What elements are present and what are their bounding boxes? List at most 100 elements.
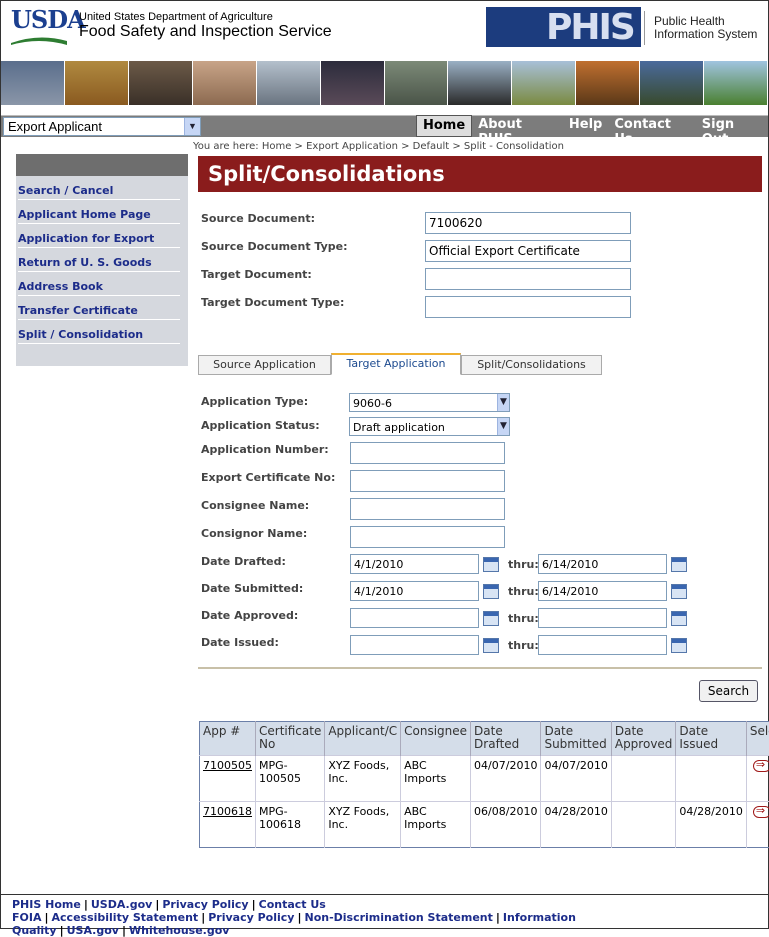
calendar-icon[interactable] [671, 611, 687, 626]
consignor-name-field[interactable] [350, 526, 505, 548]
banner-photo [704, 61, 768, 105]
date-issued-from[interactable] [350, 635, 479, 655]
search-button[interactable]: Search [699, 680, 758, 702]
select-cell[interactable] [746, 802, 769, 848]
target-document-field[interactable] [425, 268, 631, 290]
date-approved-from[interactable] [350, 608, 479, 628]
column-header[interactable]: Date Submitted [541, 722, 611, 756]
source-document-field[interactable]: 7100620 [425, 212, 631, 234]
nav-help[interactable]: Help [563, 115, 608, 137]
calendar-icon[interactable] [483, 557, 499, 572]
banner-photo [512, 61, 576, 105]
column-header[interactable]: Date Drafted [471, 722, 541, 756]
calendar-icon[interactable] [483, 611, 499, 626]
certificate-cell: MPG-100618 [256, 802, 325, 848]
banner-photo [448, 61, 512, 105]
banner-photo [321, 61, 385, 105]
nav-home[interactable]: Home [416, 115, 472, 137]
nav-contact[interactable]: Contact Us [608, 115, 695, 137]
tab-source-application[interactable]: Source Application [198, 355, 331, 375]
thru-label: thru: [508, 585, 539, 598]
footer-link-whitehouse[interactable]: Whitehouse.gov [129, 924, 229, 937]
chevron-down-icon[interactable]: ▼ [497, 418, 509, 435]
select-arrow-icon[interactable] [753, 806, 769, 818]
footer-link-usda[interactable]: USDA.gov [91, 898, 152, 911]
footer-link-non-discrimination[interactable]: Non-Discrimination Statement [304, 911, 492, 924]
thru-label: thru: [508, 639, 539, 652]
sidebar-item-return-goods[interactable]: Return of U. S. Goods [18, 252, 180, 272]
footer-link-phis-home[interactable]: PHIS Home [12, 898, 81, 911]
application-number-field[interactable] [350, 442, 505, 464]
application-type-select[interactable]: 9060-6 ▼ [349, 393, 510, 412]
date-drafted-thru[interactable]: 6/14/2010 [538, 554, 667, 574]
date-drafted-from[interactable]: 4/1/2010 [350, 554, 479, 574]
header-divider [644, 11, 645, 45]
select-cell[interactable] [746, 756, 769, 802]
table-header-row: App # Certificate No Applicant/C Consign… [200, 722, 769, 756]
sidebar-item-application-export[interactable]: Application for Export [18, 228, 180, 248]
footer-links-secondary: FOIA|Accessibility Statement|Privacy Pol… [12, 911, 768, 937]
sidebar-item-split-consolidation[interactable]: Split / Consolidation [18, 324, 180, 344]
column-header[interactable]: Consignee [401, 722, 471, 756]
consignee-name-label: Consignee Name: [201, 499, 309, 512]
footer-link-usa-gov[interactable]: USA.gov [67, 924, 119, 937]
date-drafted-cell: 04/07/2010 [471, 756, 541, 802]
calendar-icon[interactable] [671, 557, 687, 572]
footer-link-accessibility[interactable]: Accessibility Statement [52, 911, 199, 924]
calendar-icon[interactable] [483, 638, 499, 653]
chevron-down-icon[interactable]: ▼ [184, 118, 200, 135]
nav-sign-out[interactable]: Sign Out [696, 115, 768, 137]
app-number-link[interactable]: 7100505 [203, 759, 252, 772]
banner-photo [385, 61, 449, 105]
sidebar-item-applicant-home[interactable]: Applicant Home Page [18, 204, 180, 224]
sidebar: Search / Cancel Applicant Home Page Appl… [16, 154, 188, 366]
column-header[interactable]: Certificate No [256, 722, 325, 756]
column-header[interactable]: App # [200, 722, 256, 756]
sidebar-item-address-book[interactable]: Address Book [18, 276, 180, 296]
application-status-select[interactable]: Draft application ▼ [349, 417, 510, 436]
app-number-link[interactable]: 7100618 [203, 805, 252, 818]
column-header[interactable]: Date Issued [676, 722, 746, 756]
tab-target-application[interactable]: Target Application [331, 353, 461, 375]
chevron-down-icon[interactable]: ▼ [497, 394, 509, 411]
footer-divider [1, 894, 768, 895]
calendar-icon[interactable] [671, 584, 687, 599]
banner-photo [640, 61, 704, 105]
date-submitted-from[interactable]: 4/1/2010 [350, 581, 479, 601]
role-select[interactable]: Export Applicant ▼ [3, 117, 201, 136]
phis-logo: PHIS [486, 7, 641, 47]
export-certificate-field[interactable] [350, 470, 505, 492]
footer-link-privacy-policy[interactable]: Privacy Policy [208, 911, 294, 924]
breadcrumb: You are here: Home > Export Application … [193, 141, 564, 152]
select-arrow-icon[interactable] [753, 760, 769, 772]
consignor-name-label: Consignor Name: [201, 527, 307, 540]
date-submitted-cell: 04/07/2010 [541, 756, 611, 802]
target-document-type-field[interactable] [425, 296, 631, 318]
sidebar-item-transfer-certificate[interactable]: Transfer Certificate [18, 300, 180, 320]
footer-link-privacy[interactable]: Privacy Policy [162, 898, 248, 911]
calendar-icon[interactable] [671, 638, 687, 653]
calendar-icon[interactable] [483, 584, 499, 599]
column-header[interactable]: Date Approved [611, 722, 676, 756]
column-header[interactable]: Applicant/C [325, 722, 401, 756]
sidebar-item-search-cancel[interactable]: Search / Cancel [18, 180, 180, 200]
target-document-label: Target Document: [201, 268, 312, 281]
applicant-cell: XYZ Foods, Inc. [325, 802, 401, 848]
app-number-cell[interactable]: 7100505 [200, 756, 256, 802]
date-issued-thru[interactable] [538, 635, 667, 655]
banner-photo [193, 61, 257, 105]
app-number-cell[interactable]: 7100618 [200, 802, 256, 848]
thru-label: thru: [508, 558, 539, 571]
source-document-type-field[interactable]: Official Export Certificate [425, 240, 631, 262]
footer-link-contact[interactable]: Contact Us [259, 898, 326, 911]
date-submitted-thru[interactable]: 6/14/2010 [538, 581, 667, 601]
certificate-cell: MPG-100505 [256, 756, 325, 802]
nav-about[interactable]: About PHIS [472, 115, 563, 137]
date-approved-thru[interactable] [538, 608, 667, 628]
photo-banner [1, 61, 768, 105]
tab-split-consolidations[interactable]: Split/Consolidations [461, 355, 602, 375]
banner-photo [65, 61, 129, 105]
consignee-name-field[interactable] [350, 498, 505, 520]
usda-logo[interactable]: USDA [11, 5, 69, 43]
footer-link-foia[interactable]: FOIA [12, 911, 41, 924]
